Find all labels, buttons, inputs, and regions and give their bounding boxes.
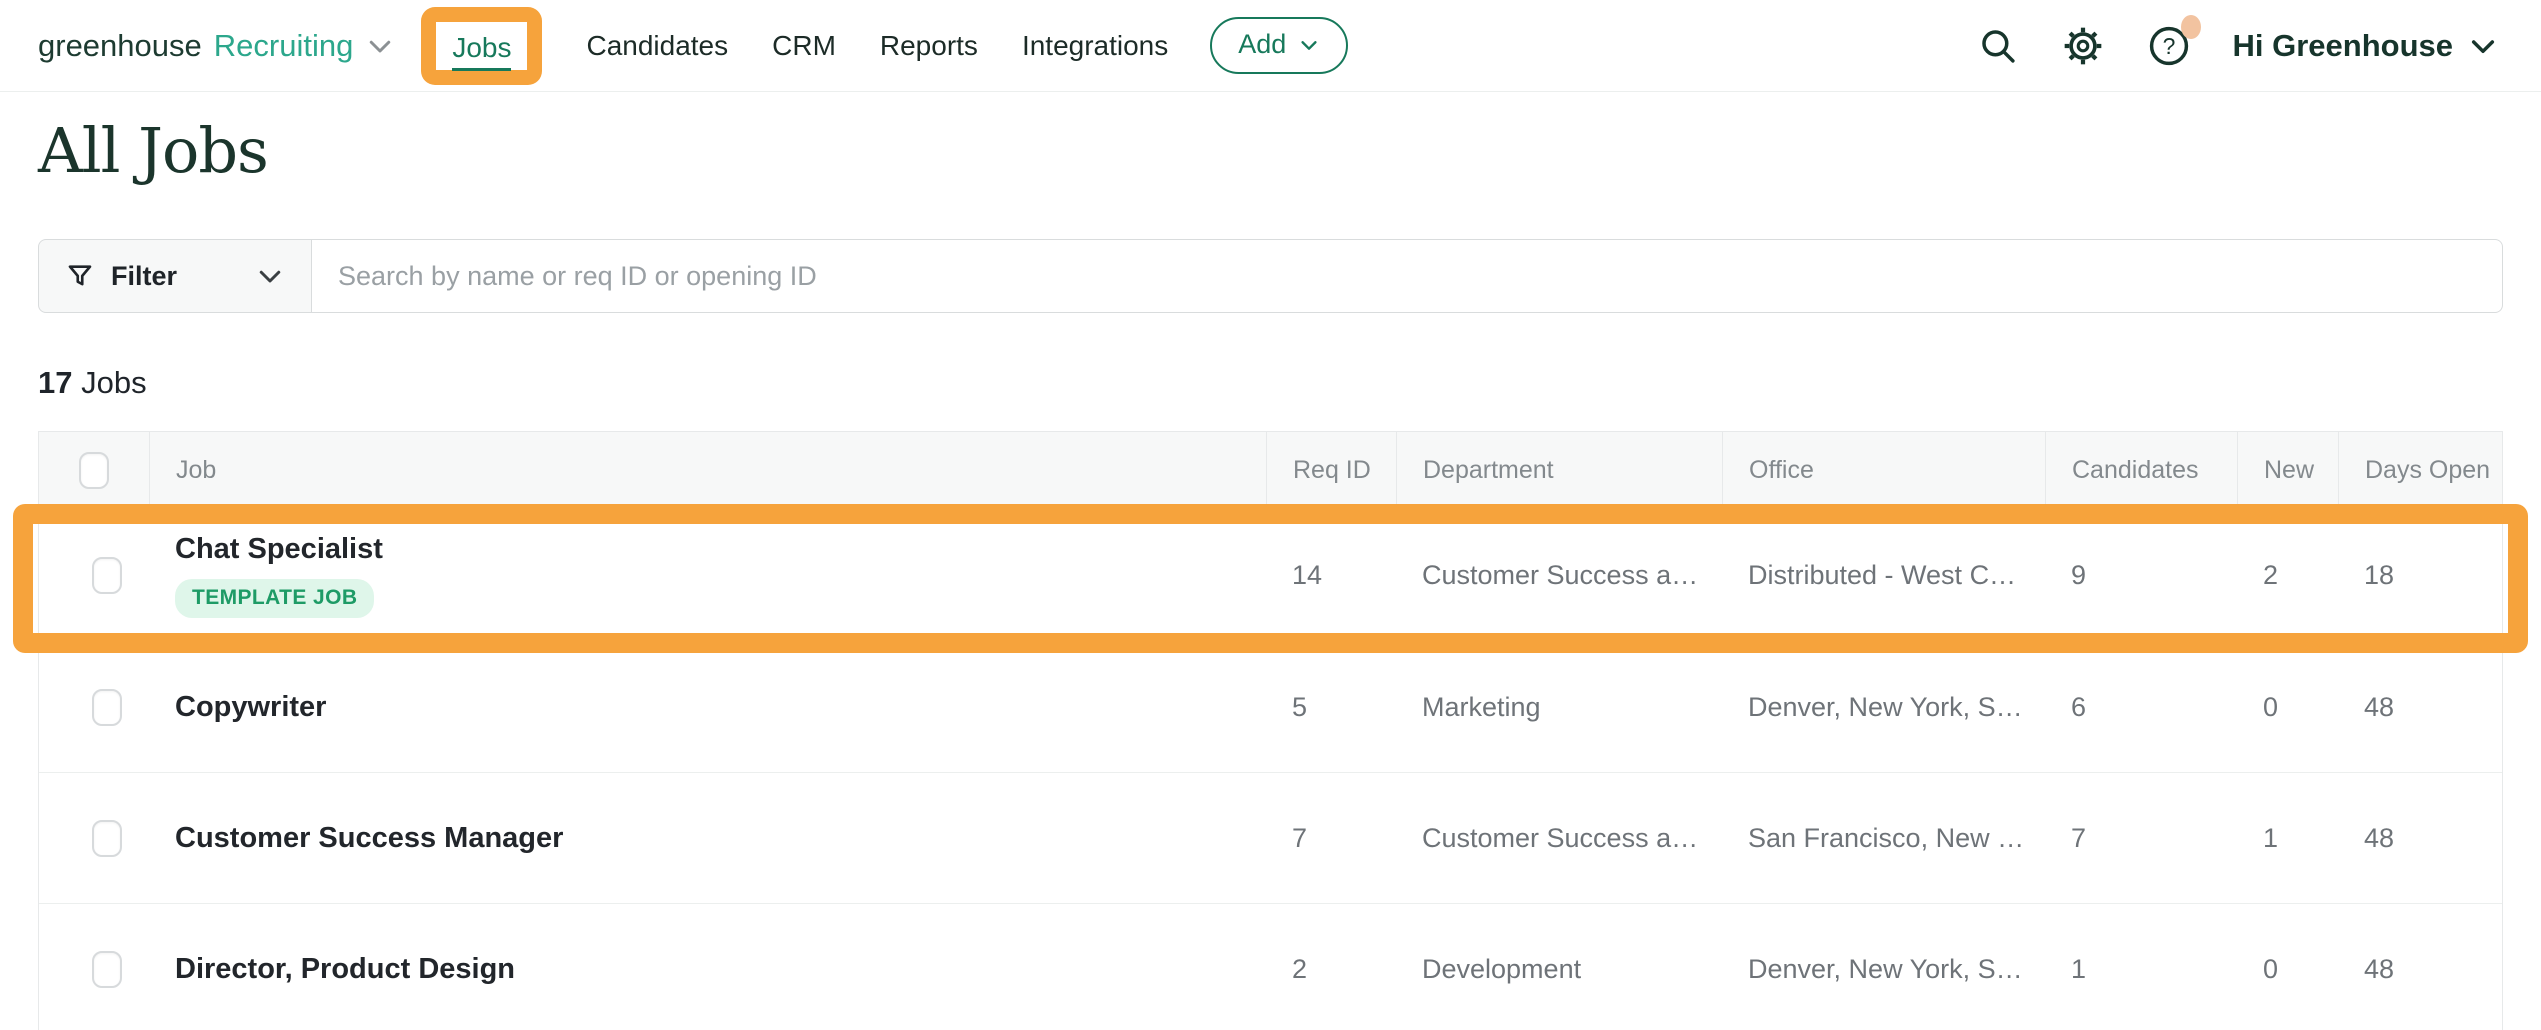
new-cell: 0	[2237, 642, 2338, 772]
table-row[interactable]: Customer Success Manager 7 Customer Succ…	[39, 772, 2502, 903]
top-navigation: greenhouse Recruiting Jobs Candidates CR…	[0, 0, 2541, 92]
main-content: All Jobs Filter 17 Jobs Job Req ID Depar…	[0, 114, 2541, 1030]
department-cell: Customer Success a…	[1396, 510, 1722, 641]
jobs-count-number: 17	[38, 365, 72, 400]
header-select-all-cell	[39, 432, 149, 509]
days-open-cell: 48	[2338, 904, 2502, 1030]
job-title-link[interactable]: Director, Product Design	[175, 953, 515, 986]
gear-icon[interactable]	[2061, 24, 2105, 68]
column-header-req-id[interactable]: Req ID	[1266, 432, 1396, 509]
add-button[interactable]: Add	[1210, 17, 1348, 74]
add-button-label: Add	[1238, 29, 1286, 60]
nav-right-cluster: ? Hi Greenhouse	[1977, 24, 2500, 68]
primary-nav: Jobs Candidates CRM Reports Integrations	[421, 17, 1168, 75]
column-header-office[interactable]: Office	[1722, 432, 2045, 509]
candidates-cell: 1	[2045, 904, 2237, 1030]
brand-chevron-icon	[365, 31, 395, 61]
brand-product: Recruiting	[214, 28, 354, 64]
svg-text:?: ?	[2162, 33, 2175, 59]
job-title-link[interactable]: Chat Specialist	[175, 533, 383, 566]
department-cell: Development	[1396, 904, 1722, 1030]
office-cell: Distributed - West C…	[1722, 510, 2045, 641]
req-id-cell: 5	[1266, 642, 1396, 772]
days-open-cell: 48	[2338, 642, 2502, 772]
brand-logo[interactable]: greenhouse Recruiting	[38, 28, 395, 64]
office-cell: San Francisco, New …	[1722, 773, 2045, 903]
notification-dot	[2181, 15, 2201, 39]
column-header-department[interactable]: Department	[1396, 432, 1722, 509]
search-input[interactable]	[312, 239, 2503, 313]
row-checkbox-cell	[39, 904, 149, 1030]
req-id-cell: 2	[1266, 904, 1396, 1030]
nav-item-jobs[interactable]: Jobs	[452, 32, 511, 71]
days-open-cell: 48	[2338, 773, 2502, 903]
column-header-job[interactable]: Job	[149, 432, 1266, 509]
job-title-link[interactable]: Customer Success Manager	[175, 822, 563, 855]
department-cell: Customer Success a…	[1396, 773, 1722, 903]
jobs-count-label: Jobs	[81, 365, 146, 400]
help-icon[interactable]: ?	[2147, 24, 2191, 68]
brand-name: greenhouse	[38, 28, 202, 64]
candidates-cell: 9	[2045, 510, 2237, 641]
user-menu[interactable]: Hi Greenhouse	[2233, 28, 2500, 64]
office-cell: Denver, New York, S…	[1722, 642, 2045, 772]
column-header-days-open[interactable]: Days Open	[2338, 432, 2502, 509]
filter-button-label: Filter	[111, 261, 177, 292]
search-icon[interactable]	[1977, 25, 2019, 67]
days-open-cell: 18	[2338, 510, 2502, 641]
template-job-badge: TEMPLATE JOB	[175, 579, 374, 618]
jobs-count: 17 Jobs	[38, 365, 2503, 401]
filter-chevron-icon	[255, 261, 285, 291]
office-cell: Denver, New York, S…	[1722, 904, 2045, 1030]
req-id-cell: 14	[1266, 510, 1396, 641]
department-cell: Marketing	[1396, 642, 1722, 772]
row-checkbox[interactable]	[92, 557, 122, 594]
job-cell: Chat Specialist TEMPLATE JOB	[149, 510, 1266, 641]
nav-item-candidates[interactable]: Candidates	[586, 30, 728, 62]
nav-item-crm[interactable]: CRM	[772, 30, 836, 62]
new-cell: 2	[2237, 510, 2338, 641]
nav-item-integrations[interactable]: Integrations	[1022, 30, 1168, 62]
candidates-cell: 6	[2045, 642, 2237, 772]
row-checkbox[interactable]	[92, 689, 122, 726]
row-checkbox-cell	[39, 773, 149, 903]
add-chevron-icon	[1298, 34, 1320, 56]
table-row[interactable]: Director, Product Design 2 Development D…	[39, 903, 2502, 1030]
job-cell: Director, Product Design	[149, 904, 1266, 1030]
row-checkbox[interactable]	[92, 951, 122, 988]
row-checkbox-cell	[39, 642, 149, 772]
req-id-cell: 7	[1266, 773, 1396, 903]
jobs-table: Job Req ID Department Office Candidates …	[38, 431, 2503, 1030]
column-header-new[interactable]: New	[2237, 432, 2338, 509]
filter-bar: Filter	[38, 239, 2503, 313]
column-header-candidates[interactable]: Candidates	[2045, 432, 2237, 509]
job-title-link[interactable]: Copywriter	[175, 691, 326, 724]
row-checkbox-cell	[39, 510, 149, 641]
job-cell: Copywriter	[149, 642, 1266, 772]
row-checkbox[interactable]	[92, 820, 122, 857]
job-cell: Customer Success Manager	[149, 773, 1266, 903]
filter-button[interactable]: Filter	[38, 239, 312, 313]
new-cell: 1	[2237, 773, 2338, 903]
page-title: All Jobs	[38, 114, 2503, 187]
candidates-cell: 7	[2045, 773, 2237, 903]
new-cell: 0	[2237, 904, 2338, 1030]
table-row[interactable]: Copywriter 5 Marketing Denver, New York,…	[39, 641, 2502, 772]
table-header: Job Req ID Department Office Candidates …	[39, 432, 2502, 510]
filter-icon	[65, 261, 95, 291]
user-chevron-icon	[2467, 30, 2499, 62]
jobs-tab-annotation: Jobs	[421, 7, 542, 85]
table-row[interactable]: Chat Specialist TEMPLATE JOB 14 Customer…	[39, 510, 2502, 641]
nav-item-reports[interactable]: Reports	[880, 30, 978, 62]
user-name: Hi Greenhouse	[2233, 28, 2454, 64]
select-all-checkbox[interactable]	[79, 452, 109, 489]
